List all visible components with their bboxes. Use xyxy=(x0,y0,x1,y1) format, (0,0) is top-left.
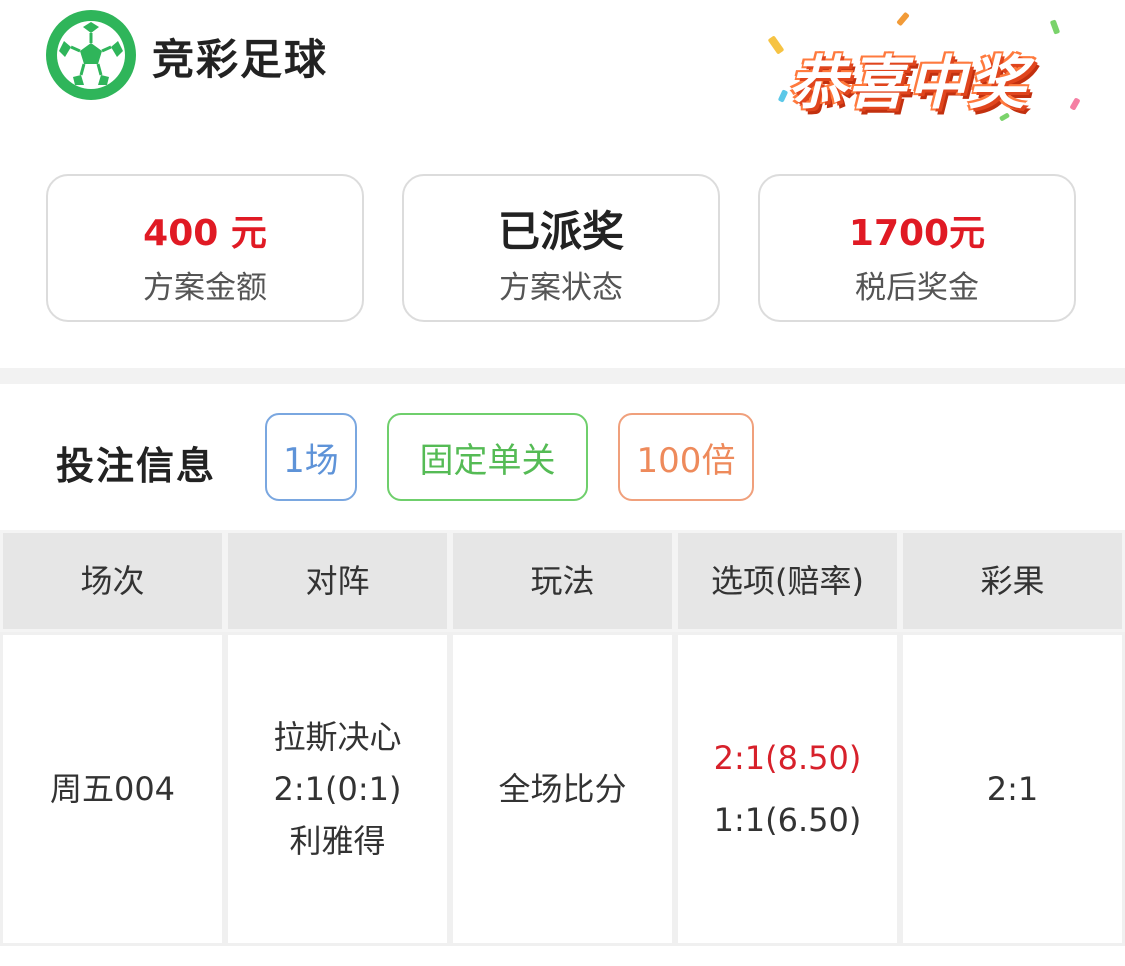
header-matchup: 对阵 xyxy=(225,530,450,632)
amount-label: 方案金额 xyxy=(143,270,267,306)
app-title: 竞彩足球 xyxy=(152,35,329,84)
result: 2:1 xyxy=(986,770,1039,808)
prize-label: 税后奖金 xyxy=(855,270,979,306)
status-value: 已派奖 xyxy=(497,207,624,256)
amount-value: 400 元 xyxy=(143,213,267,254)
soccer-ball-icon xyxy=(46,10,136,100)
play-type-cell: 全场比分 xyxy=(450,632,675,946)
congrats-text: 恭喜中奖 xyxy=(788,49,1029,117)
away-team: 利雅得 xyxy=(289,822,386,860)
header-play-type: 玩法 xyxy=(450,530,675,632)
tag-match-count: 1场 xyxy=(265,413,357,501)
play-type: 全场比分 xyxy=(498,770,627,808)
header-options: 选项(赔率) xyxy=(675,530,900,632)
status-label: 方案状态 xyxy=(499,270,623,306)
tag-multiplier: 100倍 xyxy=(618,413,754,501)
home-team: 拉斯决心 xyxy=(273,718,402,756)
section-divider xyxy=(0,368,1125,384)
amount-card: 400 元 方案金额 xyxy=(46,174,364,322)
header-result: 彩果 xyxy=(900,530,1125,632)
match-score: 2:1(0:1) xyxy=(273,770,402,808)
prize-value: 1700元 xyxy=(848,213,986,254)
table-row: 周五004 拉斯决心 2:1(0:1) 利雅得 全场比分 2:1(8.50) 1… xyxy=(0,632,1125,946)
header: 竞彩足球 恭喜中奖 xyxy=(0,0,1125,150)
bet-table: 场次 对阵 玩法 选项(赔率) 彩果 周五004 拉斯决心 2:1(0:1) 利… xyxy=(0,530,1125,946)
option-winning: 2:1(8.50) xyxy=(713,739,862,777)
status-card: 已派奖 方案状态 xyxy=(402,174,720,322)
match-no-cell: 周五004 xyxy=(0,632,225,946)
header-match-no: 场次 xyxy=(0,530,225,632)
congrats-banner: 恭喜中奖 xyxy=(752,8,1092,126)
prize-card: 1700元 税后奖金 xyxy=(758,174,1076,322)
options-cell: 2:1(8.50) 1:1(6.50) xyxy=(675,632,900,946)
matchup-cell: 拉斯决心 2:1(0:1) 利雅得 xyxy=(225,632,450,946)
match-no: 周五004 xyxy=(49,770,176,808)
tag-bet-type: 固定单关 xyxy=(387,413,588,501)
option-other: 1:1(6.50) xyxy=(713,801,862,839)
bet-info-title: 投注信息 xyxy=(56,444,217,488)
result-cell: 2:1 xyxy=(900,632,1125,946)
table-header-row: 场次 对阵 玩法 选项(赔率) 彩果 xyxy=(0,530,1125,632)
